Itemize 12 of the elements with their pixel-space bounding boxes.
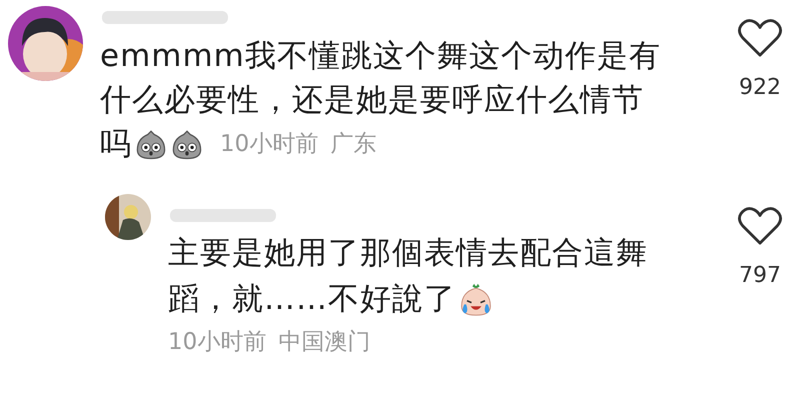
crying-emoji-icon: [458, 281, 494, 317]
comment-time: 10小时前: [220, 130, 318, 159]
reply-location: 中国澳门: [278, 328, 370, 357]
comment-location: 广东: [330, 130, 376, 159]
like-count: 922: [739, 75, 781, 100]
reply-text-line: 主要是她用了那個表情去配合這舞: [168, 234, 648, 273]
comment-text-line: 什么必要性，还是她是要呼应什么情节: [100, 81, 644, 120]
comment-text-line: emmmm我不懂跳这个舞这个动作是有: [100, 37, 661, 76]
comment-text-line: 吗: [100, 125, 132, 164]
reply-text-line: 蹈，就……不好說了: [168, 280, 456, 319]
reply-time: 10小时前: [168, 328, 266, 357]
like-count: 797: [739, 263, 781, 288]
